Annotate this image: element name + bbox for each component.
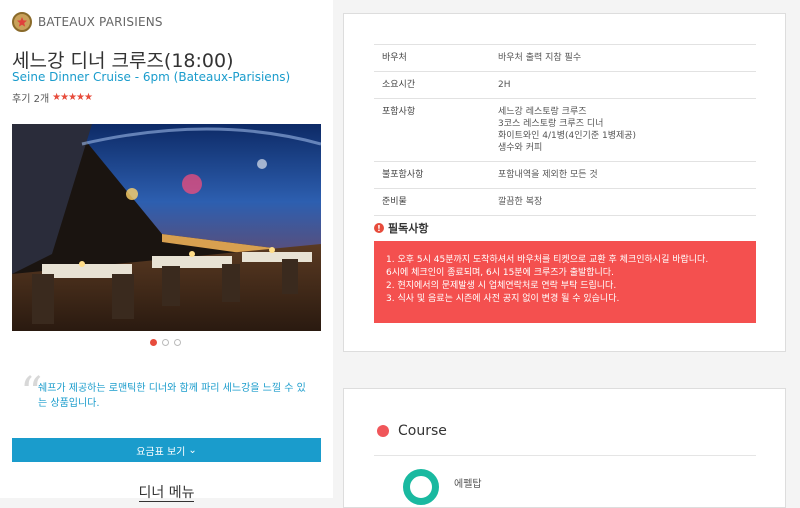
info-value: 깔끔한 복장 [490, 188, 756, 216]
info-row: 불포함사항 포함내역을 제외한 모든 것 [374, 161, 756, 189]
notice-line: 1. 오후 5시 45분까지 도착하셔서 바우처를 티켓으로 교환 후 체크인하… [386, 255, 709, 265]
notice-line: 6시에 체크인이 종료되며, 6시 15분에 크루즈가 출발합니다. [386, 268, 614, 278]
notice-box: 1. 오후 5시 45분까지 도착하셔서 바우처를 티켓으로 교환 후 체크인하… [374, 241, 756, 323]
info-label: 소요시간 [374, 71, 490, 99]
info-value: 세느강 레스토랑 크루즈 3코스 레스토랑 크루즈 디너 화이트와인 4/1병(… [490, 98, 756, 162]
gallery-image[interactable] [12, 124, 321, 331]
info-value: 2H [490, 71, 756, 99]
info-value: 바우처 출력 지참 필수 [490, 44, 756, 72]
gallery-dot-1[interactable] [150, 339, 157, 346]
notice-line: 3. 식사 및 음료는 시즌에 사전 공지 없이 변경 될 수 있습니다. [386, 294, 620, 304]
divider [374, 455, 756, 456]
brand-name: BATEAUX PARISIENS [38, 15, 163, 29]
info-row: 준비물 깔끔한 복장 [374, 188, 756, 216]
alert-icon: ! [374, 223, 384, 233]
course-stop-name: 에펠탑 [454, 479, 482, 490]
notice-line: 2. 현지에서의 문제발생 시 업체연락처로 연락 부탁 드립니다. [386, 281, 617, 291]
star-rating-icon: ★★★★★ [52, 92, 93, 103]
gallery-dot-2[interactable] [162, 339, 169, 346]
course-stop-marker-icon [403, 469, 439, 505]
info-label: 준비물 [374, 188, 490, 216]
price-table-button-label: 요금표 보기 [136, 446, 186, 458]
info-label: 불포함사항 [374, 161, 490, 189]
review-summary[interactable]: 후기 2개 ★★★★★ [12, 90, 93, 105]
chevron-down-icon: ⌄ [188, 444, 197, 456]
brand-logo-icon [12, 12, 32, 32]
course-card: Course 에펠탑 [343, 388, 786, 508]
info-value: 포함내역을 제외한 모든 것 [490, 161, 756, 189]
info-label: 포함사항 [374, 98, 490, 162]
dinner-menu-heading: 디너 메뉴 [0, 482, 333, 502]
info-row: 바우처 바우처 출력 지참 필수 [374, 44, 756, 72]
review-count: 후기 2개 [12, 94, 50, 105]
notice-title: 필독사항 [388, 222, 429, 235]
dinner-menu-title: 디너 메뉴 [138, 485, 195, 502]
info-row: 포함사항 세느강 레스토랑 크루즈 3코스 레스토랑 크루즈 디너 화이트와인 4… [374, 98, 756, 162]
course-dot-icon [377, 425, 389, 437]
course-title: Course [398, 423, 447, 439]
price-table-button[interactable]: 요금표 보기 ⌄ [12, 438, 321, 462]
info-table: 바우처 바우처 출력 지참 필수 소요시간 2H 포함사항 세느강 레스토랑 크루즈 3코… [374, 44, 756, 216]
notice-heading: ! 필독사항 [374, 220, 428, 236]
page-subtitle: Seine Dinner Cruise - 6pm (Bateaux-Paris… [12, 70, 291, 84]
info-row: 소요시간 2H [374, 71, 756, 99]
page-title: 세느강 디너 크루즈(18:00) [12, 50, 234, 72]
brand: BATEAUX PARISIENS [12, 12, 163, 32]
gallery-pagination [150, 339, 181, 346]
gallery-dot-3[interactable] [174, 339, 181, 346]
product-description: 쉐프가 제공하는 로맨틱한 디너와 함께 파리 세느강을 느낄 수 있는 상품입… [38, 383, 306, 409]
info-card: 바우처 바우처 출력 지참 필수 소요시간 2H 포함사항 세느강 레스토랑 크루즈 3코… [343, 13, 786, 352]
course-heading: Course [377, 423, 447, 439]
product-panel: BATEAUX PARISIENS 세느강 디너 크루즈(18:00) Sein… [0, 0, 333, 502]
info-label: 바우처 [374, 44, 490, 72]
